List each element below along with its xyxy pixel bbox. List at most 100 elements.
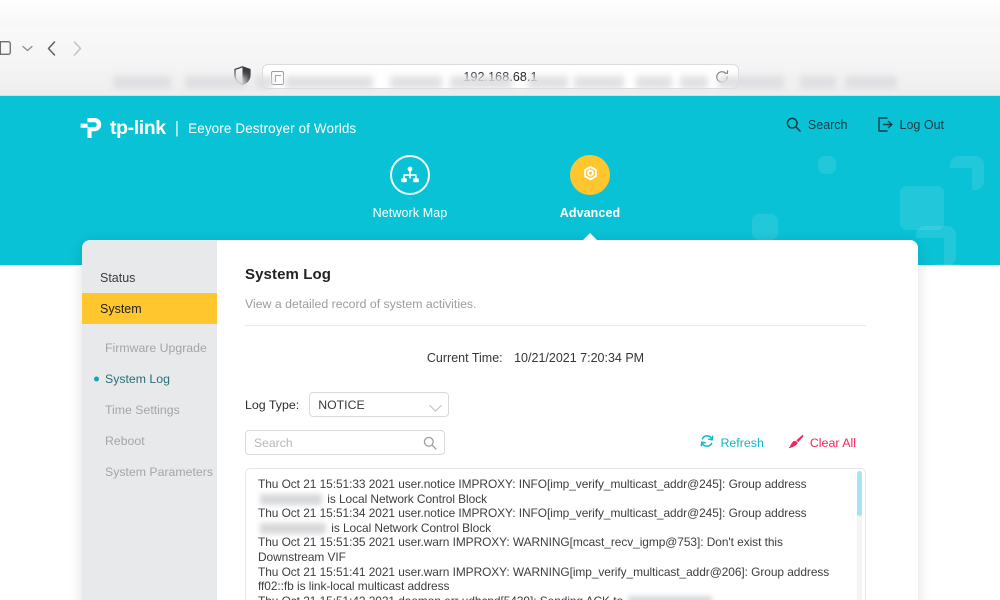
search-icon — [786, 117, 801, 132]
sidebar-item-label: Time Settings — [105, 403, 180, 417]
log-type-select[interactable]: NOTICE — [309, 392, 449, 417]
forward-button[interactable] — [66, 37, 88, 59]
log-search-box[interactable] — [245, 430, 445, 455]
sidebar-item-firmware-upgrade[interactable]: Firmware Upgrade — [82, 332, 217, 363]
sidebar-item-system[interactable]: System — [82, 293, 217, 324]
bookmark-item[interactable] — [113, 76, 171, 89]
log-type-row: Log Type: NOTICE — [245, 392, 866, 417]
refresh-button[interactable]: Refresh — [700, 434, 763, 451]
sidebar-item-system-parameters[interactable]: System Parameters — [82, 456, 217, 487]
bookmark-item[interactable] — [680, 76, 708, 89]
bookmark-item[interactable] — [285, 76, 373, 89]
logout-icon — [878, 117, 893, 132]
refresh-icon — [700, 434, 714, 451]
tab-advanced[interactable]: Advanced — [534, 155, 646, 220]
browser-toolbar: 192.168.68.1 — [0, 26, 1000, 70]
back-button[interactable] — [40, 37, 62, 59]
bookmark-item[interactable] — [185, 76, 247, 89]
sidebar-item-system-log[interactable]: System Log — [82, 363, 217, 394]
gear-icon — [570, 155, 610, 195]
log-line-text: Thu Oct 21 15:51:33 2021 user.notice IMP… — [258, 477, 807, 491]
log-tools-row: Refresh Clear All — [245, 430, 866, 455]
sidebar-item-label: Status — [100, 271, 135, 285]
chevron-down-icon — [429, 399, 442, 412]
brand-name: tp-link — [110, 117, 166, 140]
redacted-value — [628, 596, 712, 600]
bookmark-item[interactable] — [450, 76, 512, 89]
refresh-label: Refresh — [720, 436, 763, 450]
redacted-value — [260, 523, 326, 534]
clear-all-button[interactable]: Clear All — [788, 434, 856, 452]
log-line-text: is Local Network Control Block — [328, 521, 491, 535]
tab-network-map[interactable]: Network Map — [354, 155, 466, 220]
bookmark-item[interactable] — [800, 76, 836, 89]
network-map-icon — [390, 155, 430, 195]
clear-all-label: Clear All — [810, 436, 856, 450]
bookmark-item[interactable] — [574, 76, 624, 89]
redacted-value — [260, 494, 322, 505]
broom-icon — [788, 434, 804, 452]
log-scrollbar-thumb[interactable] — [857, 471, 862, 516]
search-button[interactable]: Search — [786, 117, 848, 132]
search-input[interactable] — [254, 436, 424, 450]
sidebar-item-label: System — [100, 302, 142, 316]
tplink-logo-icon — [78, 115, 104, 141]
sidebar-item-label: Firmware Upgrade — [105, 341, 207, 355]
page-title: System Log — [245, 266, 866, 283]
main-content: System Log View a detailed record of sys… — [217, 240, 918, 600]
router-model-name: Eeyore Destroyer of Worlds — [188, 121, 356, 136]
log-line-text: Thu Oct 21 15:51:42 2021 daemon.err udhc… — [258, 594, 626, 600]
brand-lockup: tp-link | Eeyore Destroyer of Worlds — [78, 113, 356, 143]
bookmark-item[interactable] — [636, 76, 672, 89]
log-type-value: NOTICE — [318, 398, 364, 412]
window-title-strip — [0, 0, 1000, 26]
bookmark-item[interactable] — [845, 76, 897, 89]
current-time-row: Current Time: 10/21/2021 7:20:34 PM — [245, 351, 866, 365]
sidebar-spacer — [82, 324, 217, 332]
sidebar-item-time-settings[interactable]: Time Settings — [82, 394, 217, 425]
active-bullet-icon — [94, 376, 99, 381]
log-line: Thu Oct 21 15:51:42 2021 daemon.err udhc… — [258, 594, 843, 600]
log-actions: Refresh Clear All — [700, 434, 866, 452]
log-lines-container: Thu Oct 21 15:51:33 2021 user.notice IMP… — [258, 477, 843, 600]
tab-advanced-label: Advanced — [560, 206, 621, 220]
logout-button-label: Log Out — [900, 118, 944, 132]
sidebar-item-label: System Parameters — [105, 465, 213, 479]
sidebar-item-reboot[interactable]: Reboot — [82, 425, 217, 456]
search-icon[interactable] — [423, 436, 437, 455]
settings-sidebar: Status System Firmware Upgrade System Lo… — [82, 240, 217, 600]
bookmarks-bar[interactable] — [0, 70, 1000, 96]
bookmark-item[interactable] — [390, 76, 442, 89]
brand-separator: | — [175, 118, 179, 138]
log-output-box[interactable]: Thu Oct 21 15:51:33 2021 user.notice IMP… — [245, 468, 866, 600]
bookmark-item[interactable] — [255, 76, 273, 89]
log-line: Thu Oct 21 15:51:33 2021 user.notice IMP… — [258, 477, 843, 506]
log-line-text: Thu Oct 21 15:51:34 2021 user.notice IMP… — [258, 506, 807, 520]
content-card: Status System Firmware Upgrade System Lo… — [82, 240, 918, 600]
search-button-label: Search — [808, 118, 848, 132]
current-time-label: Current Time: — [427, 351, 503, 365]
log-line-text: Thu Oct 21 15:51:35 2021 user.warn IMPRO… — [258, 535, 783, 564]
header-actions: Search Log Out — [786, 117, 944, 132]
sidebar-toggle-icon[interactable] — [0, 37, 14, 59]
bookmark-item[interactable] — [528, 76, 568, 89]
tab-network-map-label: Network Map — [373, 206, 448, 220]
log-type-label: Log Type: — [245, 398, 299, 412]
log-line-text: Thu Oct 21 15:51:41 2021 user.warn IMPRO… — [258, 565, 829, 594]
log-line: Thu Oct 21 15:51:35 2021 user.warn IMPRO… — [258, 535, 843, 564]
log-line: Thu Oct 21 15:51:41 2021 user.warn IMPRO… — [258, 565, 843, 594]
main-nav-tabs: Network Map Advanced — [0, 155, 1000, 220]
current-time-value: 10/21/2021 7:20:34 PM — [514, 351, 644, 365]
logout-button[interactable]: Log Out — [878, 117, 944, 132]
page-subtitle: View a detailed record of system activit… — [245, 297, 866, 326]
browser-chrome: 192.168.68.1 — [0, 0, 1000, 96]
chevron-down-icon[interactable] — [16, 37, 38, 59]
bookmark-item[interactable] — [718, 76, 784, 89]
log-line: Thu Oct 21 15:51:34 2021 user.notice IMP… — [258, 506, 843, 535]
log-line-text: is Local Network Control Block — [324, 492, 487, 506]
sidebar-item-label: Reboot — [105, 434, 145, 448]
browser-window: 192.168.68.1 — [0, 0, 1000, 600]
sidebar-item-status[interactable]: Status — [82, 262, 217, 293]
sidebar-item-label: System Log — [105, 372, 170, 386]
decor-shape — [916, 226, 956, 265]
